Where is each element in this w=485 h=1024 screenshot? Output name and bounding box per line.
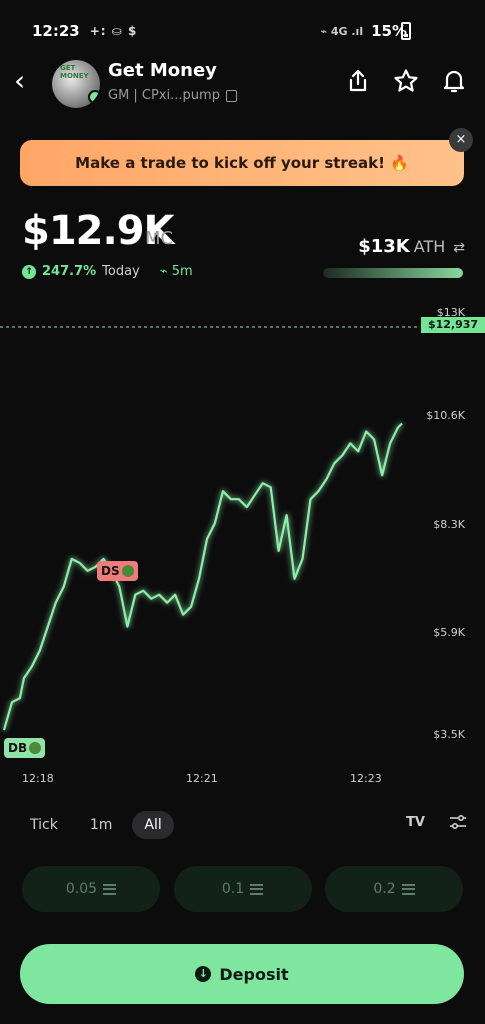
- change-row: ↑ 247.7% Today ⌁ 5m: [22, 264, 193, 279]
- status-bar: 12:23 +: ⛀ $ ⌁ 4G .ıl 15%: [32, 18, 407, 44]
- y-tick-0: $13K: [436, 306, 465, 319]
- deposit-button[interactable]: ↓ Deposit: [20, 944, 464, 1004]
- x-tick-1: 12:21: [186, 772, 218, 785]
- x-tick-2: 12:23: [350, 772, 382, 785]
- sell-marker[interactable]: DS: [97, 561, 138, 581]
- favorite-button[interactable]: [393, 68, 419, 94]
- copy-icon[interactable]: [225, 89, 237, 102]
- tab-tick[interactable]: Tick: [18, 811, 70, 839]
- arrow-up-icon: ↑: [22, 264, 36, 279]
- ath-group[interactable]: $13K ATH ⇄: [358, 236, 465, 257]
- x-tick-0: 12:18: [22, 772, 54, 785]
- share-icon: [349, 69, 367, 92]
- current-price-tag: $12,937: [421, 317, 485, 333]
- frog-icon: [121, 565, 134, 577]
- price-chart[interactable]: $12,937 $13K $10.6K $8.3K $5.9K $3.5K 12…: [0, 300, 485, 790]
- y-tick-2: $8.3K: [433, 518, 465, 531]
- notification-icons: +: ⛀ $: [89, 24, 138, 38]
- quick-buy-amounts: 0.05 0.1 0.2: [22, 866, 463, 912]
- avatar-caption: GET MONEY: [60, 64, 89, 80]
- timeframe-value: 5m: [171, 264, 193, 279]
- banner-close-button[interactable]: ×: [449, 128, 473, 152]
- sol-icon: [401, 883, 415, 895]
- streak-banner[interactable]: Make a trade to kick off your streak! 🔥: [20, 140, 464, 186]
- amount-label: 0.1: [221, 881, 245, 897]
- price-line: [2, 422, 403, 731]
- ath-progress-bar: [323, 268, 463, 278]
- alerts-button[interactable]: [441, 68, 467, 94]
- y-tick-1: $10.6K: [426, 409, 465, 422]
- chart-svg: [0, 326, 420, 731]
- amount-label: 0.2: [373, 881, 396, 897]
- download-icon: ↓: [195, 966, 212, 982]
- y-tick-3: $5.9K: [433, 626, 465, 639]
- token-title: Get Money: [108, 60, 217, 81]
- banner-text: Make a trade to kick off your streak! 🔥: [75, 154, 409, 172]
- battery-icon: [401, 22, 411, 40]
- frog-icon: [29, 742, 42, 754]
- buy-marker[interactable]: DB: [4, 738, 46, 758]
- ath-value: $13K: [358, 236, 410, 257]
- token-subtitle: GM | CPxi...pump: [108, 88, 220, 103]
- amount-label: 0.05: [65, 881, 98, 897]
- signal-icon: ⌁ 4G .ıl: [320, 24, 364, 38]
- sliders-icon[interactable]: [449, 814, 467, 830]
- share-button[interactable]: [345, 68, 371, 94]
- sol-icon: [250, 883, 264, 895]
- change-period: Today: [102, 264, 140, 279]
- sell-marker-label: DS: [101, 564, 120, 578]
- ath-label: ATH: [413, 237, 446, 256]
- back-button[interactable]: ‹: [14, 66, 38, 96]
- y-tick-4: $3.5K: [433, 728, 465, 741]
- timeframe-tabs: Tick 1m All TV: [18, 810, 467, 840]
- amount-button-2[interactable]: 0.2: [325, 866, 463, 912]
- tab-all[interactable]: All: [132, 811, 174, 839]
- buy-marker-label: DB: [8, 741, 28, 755]
- market-cap-unit: MC: [145, 228, 174, 249]
- tab-1m[interactable]: 1m: [78, 811, 125, 839]
- star-icon: [394, 69, 418, 92]
- status-time: 12:23: [32, 22, 80, 40]
- tradingview-icon[interactable]: TV: [406, 815, 425, 830]
- token-avatar: GET MONEY: [52, 60, 100, 108]
- amount-button-0[interactable]: 0.05: [22, 866, 160, 912]
- header: ‹ GET MONEY Get Money GM | CPxi...pump: [0, 56, 485, 112]
- token-subtitle-row: GM | CPxi...pump: [108, 88, 237, 103]
- timeframe-label[interactable]: ⌁ 5m: [160, 264, 193, 279]
- bell-icon: [443, 70, 465, 93]
- amount-button-1[interactable]: 0.1: [173, 866, 312, 912]
- swap-icon[interactable]: ⇄: [453, 240, 465, 256]
- change-percent: 247.7%: [42, 264, 97, 279]
- sol-icon: [103, 883, 117, 895]
- pill-icon: [88, 90, 100, 104]
- deposit-label: Deposit: [219, 964, 289, 984]
